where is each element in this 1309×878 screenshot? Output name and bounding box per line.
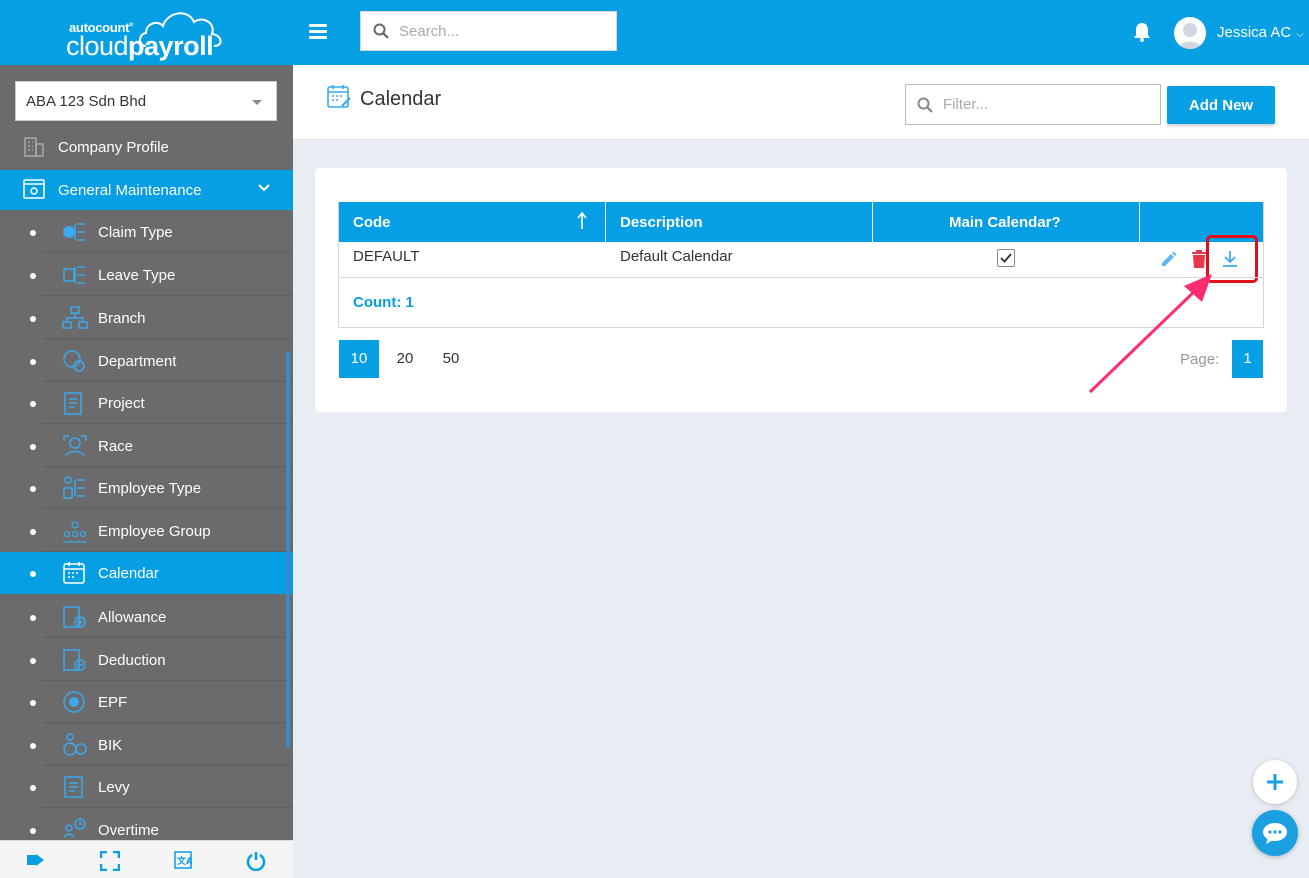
cloudpayroll-logo[interactable]: autocount® cloudpayroll — [64, 6, 234, 62]
bell-icon[interactable] — [1133, 22, 1151, 42]
sidebar-item-project[interactable]: Project — [0, 382, 293, 424]
column-header-code[interactable]: Code — [339, 202, 605, 242]
checkmark-icon — [1000, 253, 1012, 263]
calendar-icon — [327, 85, 351, 108]
bik-icon — [63, 733, 87, 756]
main-calendar-checkbox — [997, 249, 1015, 267]
sidebar-item-employee-group[interactable]: Employee Group — [0, 510, 293, 552]
sidebar-item-branch[interactable]: Branch — [0, 297, 293, 339]
user-menu[interactable]: Jessica AC ⌵ — [1217, 24, 1304, 41]
settings-window-icon — [23, 179, 45, 199]
user-avatar[interactable] — [1174, 17, 1206, 49]
menu-toggle-icon[interactable] — [309, 24, 327, 40]
chat-icon — [1263, 823, 1287, 844]
page-size-10[interactable]: 10 — [339, 340, 379, 378]
svg-text:文A: 文A — [176, 855, 192, 867]
filter-input[interactable] — [943, 96, 1143, 113]
sidebar-item-leave-type[interactable]: Leave Type — [0, 254, 293, 296]
sidebar-item-epf[interactable]: EPF — [0, 681, 293, 723]
cell-code: DEFAULT — [353, 248, 420, 265]
claim-type-icon — [63, 223, 85, 241]
employee-group-icon — [63, 521, 87, 543]
edit-icon[interactable] — [1160, 251, 1177, 268]
overtime-icon — [63, 818, 86, 839]
fullscreen-icon[interactable] — [100, 851, 120, 871]
sidebar-item-bik[interactable]: BIK — [0, 724, 293, 766]
allowance-icon — [63, 606, 86, 628]
page-1-button[interactable]: 1 — [1232, 340, 1263, 378]
calendar-icon — [63, 562, 85, 584]
deduction-icon — [63, 649, 86, 671]
race-icon — [63, 435, 87, 457]
page-size-50[interactable]: 50 — [431, 340, 471, 378]
sidebar-item-general-maintenance[interactable]: General Maintenance — [0, 170, 293, 210]
search-icon — [917, 97, 933, 113]
sidebar-item-department[interactable]: Department — [0, 340, 293, 382]
company-select[interactable]: ABA 123 Sdn Bhd — [15, 81, 277, 121]
add-new-button[interactable]: Add New — [1167, 86, 1275, 124]
search-box[interactable] — [360, 11, 617, 51]
sidebar-item-allowance[interactable]: Allowance — [0, 596, 293, 638]
language-icon[interactable]: 文A — [174, 851, 192, 869]
search-icon — [373, 23, 389, 39]
annotation-arrow — [1088, 274, 1212, 394]
page-title: Calendar — [360, 88, 442, 110]
department-icon — [63, 350, 85, 372]
power-icon[interactable] — [246, 851, 266, 871]
leave-type-icon — [63, 266, 85, 284]
sidebar-item-company-profile[interactable]: Company Profile — [0, 127, 293, 167]
chat-fab-button[interactable] — [1252, 810, 1298, 856]
sidebar-item-race[interactable]: Race — [0, 425, 293, 467]
search-input[interactable] — [399, 22, 599, 40]
cell-description: Default Calendar — [620, 248, 733, 265]
sidebar-item-levy[interactable]: Levy — [0, 766, 293, 808]
column-header-description[interactable]: Description — [606, 202, 872, 242]
plus-icon — [1267, 774, 1283, 790]
sidebar-scrollbar[interactable] — [286, 352, 290, 747]
epf-icon — [63, 691, 85, 713]
levy-icon — [64, 776, 83, 798]
employee-type-icon — [63, 476, 85, 499]
sidebar-footer: 文A — [0, 840, 293, 878]
logout-icon[interactable] — [26, 851, 46, 869]
delete-icon[interactable] — [1191, 250, 1207, 268]
add-fab-button[interactable] — [1253, 760, 1297, 804]
branch-icon — [62, 306, 88, 329]
sidebar-item-claim-type[interactable]: Claim Type — [0, 211, 293, 253]
column-header-main-calendar[interactable]: Main Calendar? — [873, 202, 1139, 242]
chevron-down-icon — [258, 184, 270, 192]
sort-ascending-icon — [577, 212, 587, 229]
record-count: Count: 1 — [353, 294, 414, 311]
building-icon — [24, 137, 44, 157]
logo-text: cloudpayroll — [66, 31, 214, 61]
sidebar-item-deduction[interactable]: Deduction — [0, 639, 293, 681]
sidebar: ABA 123 Sdn Bhd Company Profile General … — [0, 65, 293, 878]
page-size-20[interactable]: 20 — [385, 340, 425, 378]
project-icon — [64, 392, 82, 415]
chevron-down-icon: ⌵ — [1293, 29, 1304, 40]
sidebar-item-calendar[interactable]: Calendar — [0, 552, 293, 594]
filter-box[interactable] — [905, 84, 1161, 125]
top-header: autocount® cloudpayroll Jessica AC ⌵ — [0, 0, 1309, 65]
sidebar-item-employee-type[interactable]: Employee Type — [0, 467, 293, 509]
dropdown-caret-icon — [252, 100, 262, 105]
